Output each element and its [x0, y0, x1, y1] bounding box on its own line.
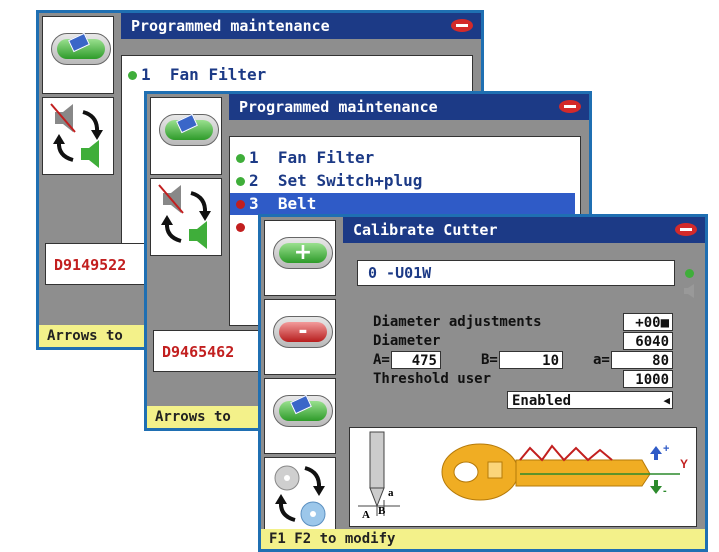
mode-select-value: Enabled	[512, 393, 572, 409]
green-status-dot-icon	[236, 177, 245, 186]
key-code-field[interactable]: 0 -U01W	[357, 260, 675, 286]
disc-cycle-icon	[274, 465, 326, 527]
threshold-user-field[interactable]: 1000	[623, 370, 673, 388]
eraser-icon	[159, 113, 219, 146]
eraser-button[interactable]	[150, 97, 222, 175]
title-bar: Programmed maintenance	[121, 13, 481, 39]
list-item[interactable]	[236, 216, 249, 238]
title-bar: Calibrate Cutter	[343, 217, 705, 243]
item-label: Belt	[277, 194, 317, 213]
speaker-icon	[684, 284, 694, 298]
green-status-dot-icon	[128, 71, 137, 80]
logo-icon	[559, 100, 581, 113]
green-status-dot-icon	[236, 154, 245, 163]
b-upper-label: B=	[481, 352, 498, 368]
screen-title: Calibrate Cutter	[353, 221, 498, 239]
mode-select[interactable]: Enabled ◀	[507, 391, 673, 409]
diagram-label-B: B	[378, 505, 386, 517]
screen-title: Programmed maintenance	[239, 98, 438, 116]
item-number: 1	[141, 65, 151, 84]
screen-title: Programmed maintenance	[131, 17, 330, 35]
diameter-adjustments-field[interactable]: +00■	[623, 313, 673, 331]
item-number: 3	[249, 194, 259, 213]
sound-toggle-button[interactable]	[150, 178, 222, 256]
front-screen: Calibrate Cutter + - 0 -U01W Diameter ad…	[258, 214, 708, 552]
title-bar: Programmed maintenance	[229, 94, 589, 120]
diagram-y-label: Y	[680, 457, 688, 471]
plus-button[interactable]: +	[264, 220, 336, 296]
item-label: Set Switch+plug	[277, 171, 423, 190]
logo-icon	[675, 223, 697, 236]
code-display: D9465462	[153, 330, 263, 372]
threshold-user-label: Threshold user	[373, 371, 492, 387]
a-upper-label: A=	[373, 352, 390, 368]
item-label: Fan Filter	[277, 148, 375, 167]
eraser-button[interactable]	[264, 378, 336, 454]
a-upper-field[interactable]: 475	[391, 351, 441, 369]
logo-icon	[451, 19, 473, 32]
sound-cycle-icon	[158, 184, 211, 249]
minus-button[interactable]: -	[264, 299, 336, 375]
eraser-button[interactable]	[42, 16, 114, 94]
list-item[interactable]: 1 Fan Filter	[236, 147, 374, 169]
cutter-diagram: A B a Y + -	[349, 427, 697, 527]
minus-symbol: -	[298, 319, 308, 344]
red-status-dot-icon	[236, 223, 245, 232]
settings-panel: Diameter adjustments +00■ Diameter 6040 …	[357, 305, 681, 425]
diameter-adjustments-label: Diameter adjustments	[373, 314, 542, 330]
minus-icon: -	[273, 316, 333, 348]
diagram-minus-label: -	[663, 485, 667, 497]
key-cutter-illustration: A B a Y + -	[358, 431, 688, 521]
plus-symbol: +	[293, 240, 313, 265]
list-item[interactable]: 1 Fan Filter	[128, 64, 266, 86]
a-lower-label: a=	[593, 352, 610, 368]
plus-icon: +	[273, 237, 333, 269]
list-item-selected[interactable]: 3 Belt	[230, 193, 575, 215]
status-bar: F1 F2 to modify	[261, 529, 705, 549]
diameter-label: Diameter	[373, 333, 441, 349]
list-item[interactable]: 2 Set Switch+plug	[236, 170, 422, 192]
b-upper-field[interactable]: 10	[499, 351, 563, 369]
diameter-field[interactable]: 6040	[623, 332, 673, 350]
diagram-label-A: A	[362, 509, 370, 521]
item-number: 2	[249, 171, 259, 190]
red-status-dot-icon	[236, 200, 245, 209]
diagram-plus-label: +	[663, 443, 669, 455]
dropdown-arrow-icon: ◀	[663, 394, 670, 407]
green-status-dot-icon	[685, 269, 694, 278]
a-lower-field[interactable]: 80	[611, 351, 673, 369]
eraser-icon	[51, 32, 111, 65]
item-label: Fan Filter	[169, 65, 267, 84]
diagram-label-a: a	[388, 487, 394, 499]
sound-cycle-icon	[50, 103, 103, 168]
disc-toggle-button[interactable]	[264, 457, 336, 533]
item-number: 1	[249, 148, 259, 167]
eraser-icon	[273, 394, 333, 427]
sound-toggle-button[interactable]	[42, 97, 114, 175]
